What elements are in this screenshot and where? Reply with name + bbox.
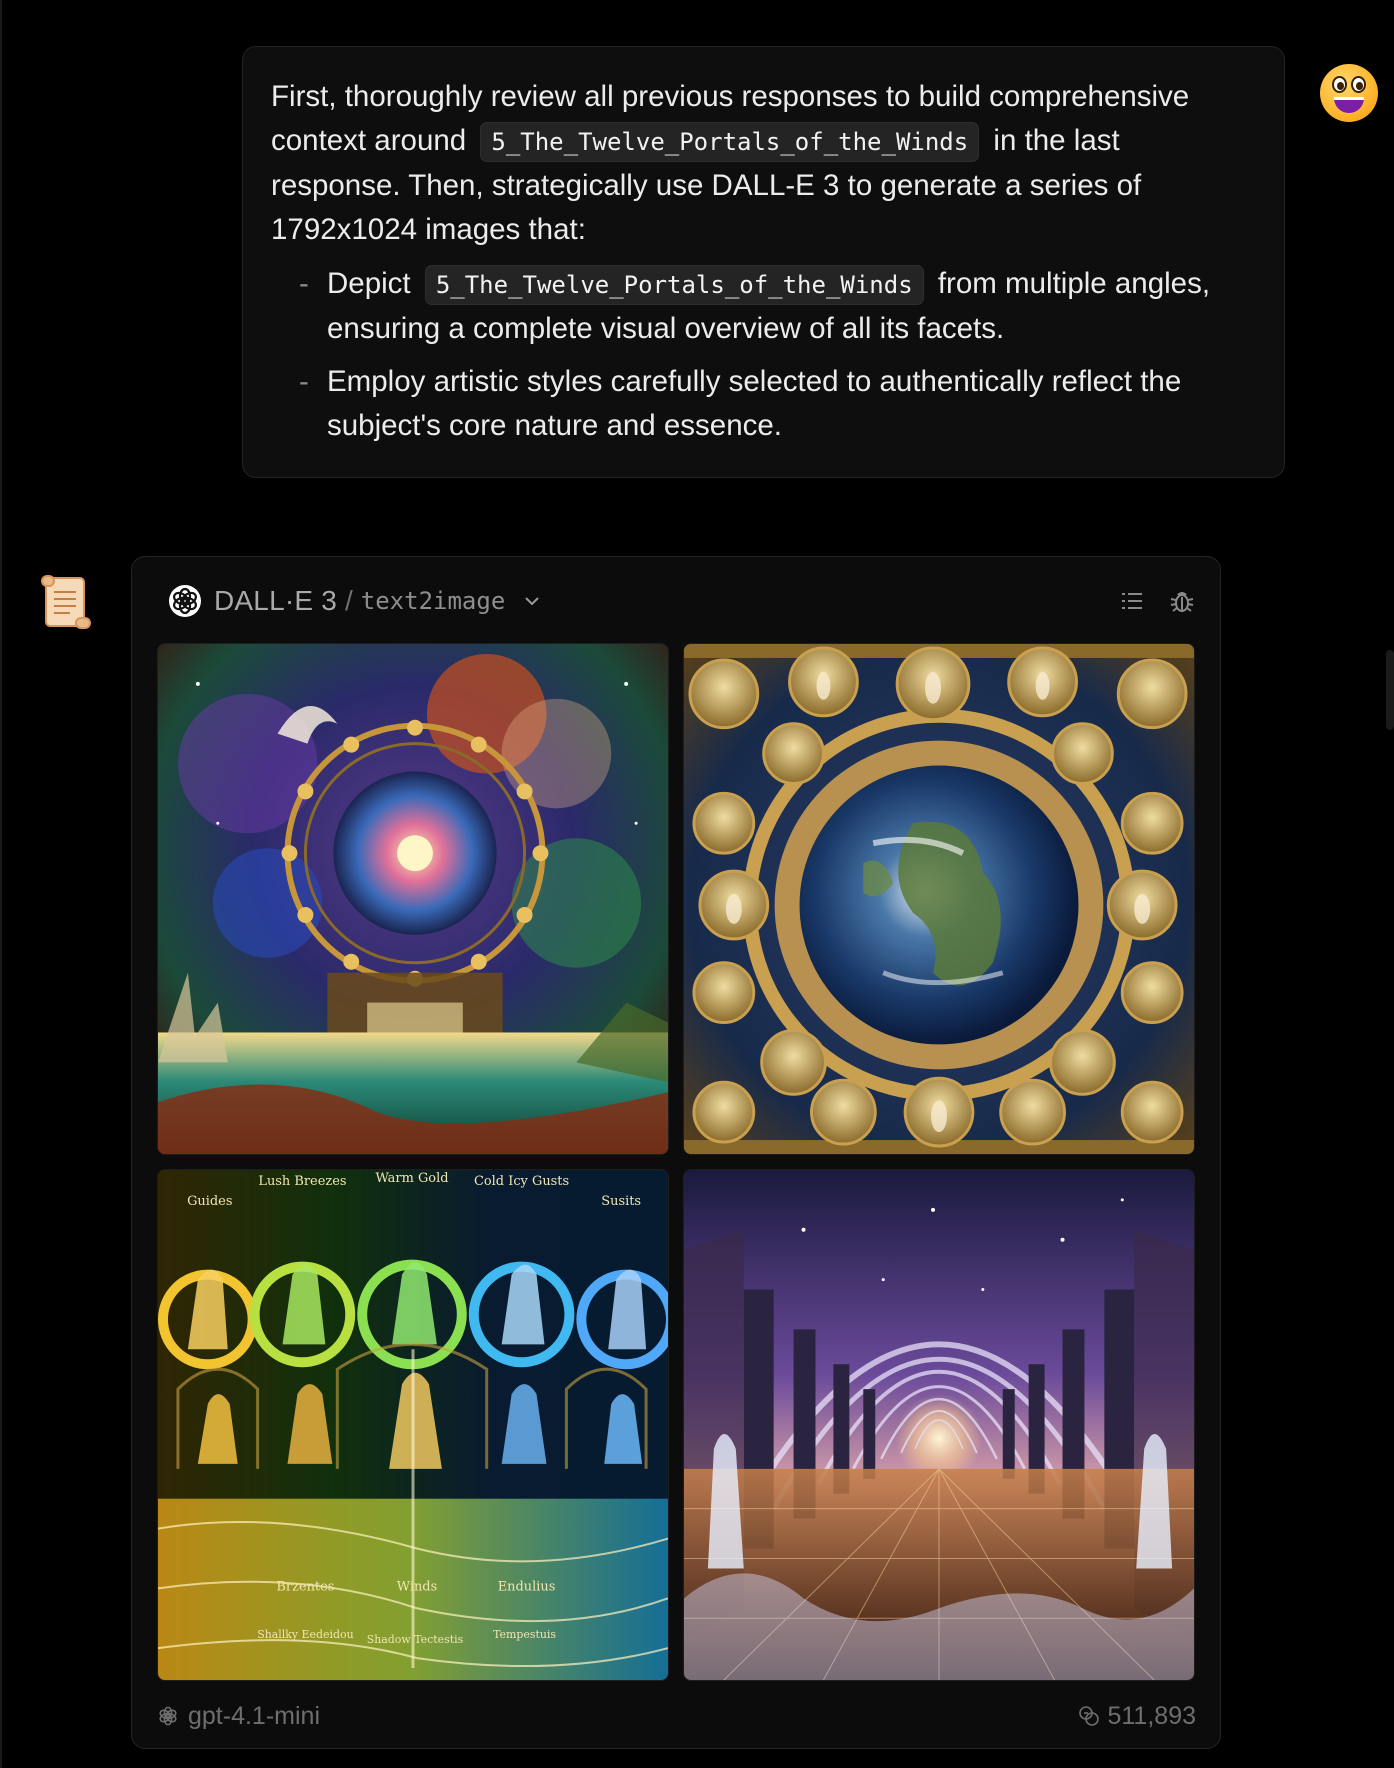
tool-separator: /: [345, 585, 353, 616]
wind-label: Shadow Tectestis: [367, 1633, 464, 1646]
wind-label: Brzentes: [276, 1579, 334, 1594]
arched-corridor-image[interactable]: [683, 1169, 1195, 1681]
wind-label: Endulius: [498, 1579, 556, 1594]
subject-code-inline: 5_The_Twelve_Portals_of_the_Winds: [480, 122, 980, 162]
user-message-bullets: - Depict 5_The_Twelve_Portals_of_the_Win…: [271, 262, 1256, 448]
tool-actions: [1118, 587, 1196, 615]
coins-icon: [1079, 1706, 1100, 1726]
tool-mode: text2image: [360, 587, 506, 615]
list-item: - Employ artistic styles carefully selec…: [299, 365, 1182, 442]
list-item: - Depict 5_The_Twelve_Portals_of_the_Win…: [299, 265, 1211, 345]
left-divider: [0, 0, 2, 1768]
token-count-value: 511,893: [1107, 1701, 1196, 1730]
openai-logo-icon: [159, 1706, 177, 1726]
subject-code-inline: 5_The_Twelve_Portals_of_the_Winds: [424, 265, 924, 305]
user-message-bubble: First, thoroughly review all previous re…: [242, 46, 1285, 478]
dalle-tool-card: DALL·E 3 / text2image Guides Lush Breeze…: [131, 556, 1221, 1749]
tool-footer: gpt-4.1-mini 511,893: [156, 1698, 1196, 1734]
tool-name: DALL·E 3: [214, 585, 337, 616]
wind-label: Shallky Eedeidou: [257, 1628, 353, 1641]
wind-label: Cold Icy Gusts: [474, 1174, 569, 1189]
list-icon[interactable]: [1118, 587, 1146, 615]
scrollbar-thumb[interactable]: [1386, 650, 1394, 730]
cosmic-portal-wheel-image[interactable]: [157, 643, 669, 1155]
wind-label: Warm Gold: [376, 1171, 449, 1186]
chevron-down-icon[interactable]: [521, 590, 543, 612]
bug-icon[interactable]: [1168, 587, 1196, 615]
earth-angels-medallion-image[interactable]: [683, 643, 1195, 1155]
user-message-text: First, thoroughly review all previous re…: [271, 80, 1190, 246]
grinning-face-icon[interactable]: [1320, 64, 1378, 122]
wind-label: Tempestuis: [493, 1628, 556, 1641]
openai-logo-icon: [169, 585, 201, 617]
model-indicator: gpt-4.1-mini: [156, 1702, 320, 1731]
wind-label: Lush Breezes: [258, 1174, 346, 1189]
wind-label: Guides: [187, 1194, 232, 1209]
tool-header: DALL·E 3 / text2image: [168, 581, 1196, 621]
generated-images-grid: Guides Lush Breezes Warm Gold Cold Icy G…: [157, 643, 1197, 1683]
token-count[interactable]: 511,893: [1077, 1702, 1196, 1731]
scroll-icon[interactable]: [38, 572, 94, 632]
wind-spirits-rings-image[interactable]: Guides Lush Breezes Warm Gold Cold Icy G…: [157, 1169, 669, 1681]
model-name: gpt-4.1-mini: [188, 1701, 320, 1730]
wind-label: Susits: [601, 1194, 641, 1209]
wind-label: Winds: [397, 1579, 437, 1594]
